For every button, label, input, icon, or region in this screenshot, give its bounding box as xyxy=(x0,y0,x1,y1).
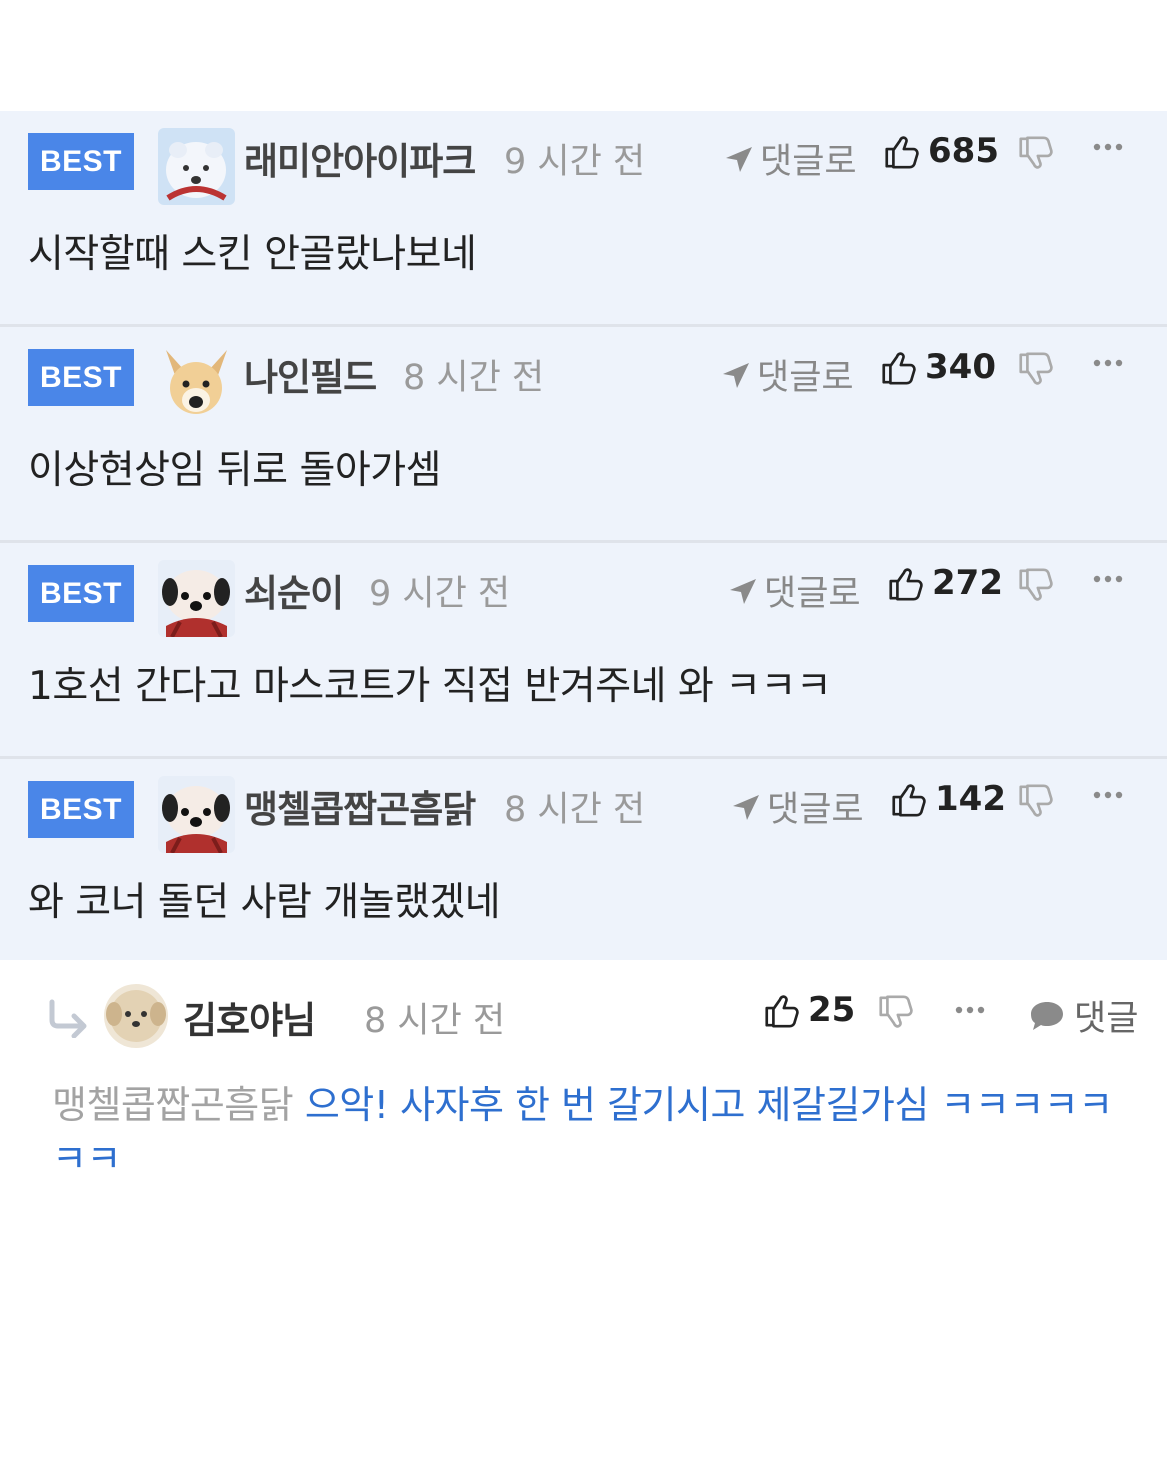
reply-button[interactable]: 댓글로 xyxy=(721,349,854,400)
comment-text: 이상현상임 뒤로 돌아가셈 xyxy=(28,448,441,493)
nickname[interactable]: 쇠순이 xyxy=(244,563,344,617)
dog-avatar-icon xyxy=(158,344,235,421)
timestamp: 9 시간 전 xyxy=(504,142,646,182)
nickname[interactable]: 나인필드 xyxy=(244,347,377,401)
nickname[interactable]: 래미안아이파크 xyxy=(244,131,476,185)
thumbs-up-icon xyxy=(882,132,920,170)
like-count: 142 xyxy=(935,779,1006,819)
best-comment: BEST 쇠순이 9 시간 전 댓글로 272 1호선 간다고 마스코트가 직접… xyxy=(0,543,1167,759)
thumbs-up-icon xyxy=(886,564,924,602)
like-button[interactable]: 340 xyxy=(879,347,996,387)
reply-button[interactable]: 댓글로 xyxy=(728,565,861,616)
avatar[interactable] xyxy=(158,776,235,853)
reply-text: 맹첼콥짭곤흠닭 으악! 사자후 한 번 갈기시고 제갈길가심 ㅋㅋㅋㅋㅋㅋㅋ xyxy=(52,1078,1142,1186)
comment-text: 1호선 간다고 마스코트가 직접 반겨주네 와 ㅋㅋㅋ xyxy=(28,664,832,709)
reply-button-label: 댓글로 xyxy=(767,790,864,830)
nickname[interactable]: 맹첼콥짭곤흠닭 xyxy=(244,779,476,833)
thumbs-up-icon xyxy=(762,991,800,1029)
reply-button[interactable]: 댓글로 xyxy=(731,781,864,832)
dislike-button[interactable] xyxy=(876,994,914,1036)
best-comment: BEST 나인필드 8 시간 전 댓글로 340 이상현상임 뒤로 돌아가셈 xyxy=(0,327,1167,543)
comment-button[interactable]: 댓글 xyxy=(1028,990,1138,1041)
like-button[interactable]: 272 xyxy=(886,563,1003,603)
reply-comment: 김호야님 8 시간 전 25 댓글 맹첼콥짭곤흠닭 으악! 사자후 한 번 갈기… xyxy=(0,960,1167,1190)
send-icon xyxy=(721,360,751,390)
thumbs-down-icon xyxy=(1016,567,1054,605)
more-icon xyxy=(955,1005,985,1015)
avatar[interactable] xyxy=(158,344,235,421)
like-button[interactable]: 685 xyxy=(882,131,999,171)
more-button[interactable] xyxy=(1093,137,1123,156)
like-count: 25 xyxy=(808,990,856,1030)
more-button[interactable] xyxy=(955,1000,985,1019)
dislike-button[interactable] xyxy=(1016,783,1054,825)
timestamp: 8 시간 전 xyxy=(403,358,545,398)
speech-bubble-icon xyxy=(1031,1001,1063,1030)
dislike-button[interactable] xyxy=(1016,567,1054,609)
thumbs-down-icon xyxy=(1016,135,1054,173)
more-icon xyxy=(1093,790,1123,800)
dog-scarf-avatar-icon xyxy=(158,560,235,637)
thumbs-up-icon xyxy=(879,348,917,386)
best-badge: BEST xyxy=(28,781,134,838)
more-icon xyxy=(1093,142,1123,152)
more-icon xyxy=(1093,574,1123,584)
timestamp: 8 시간 전 xyxy=(364,1001,506,1041)
best-comment: BEST 래미안아이파크 9 시간 전 댓글로 685 시작할때 스킨 안골랐나… xyxy=(0,111,1167,327)
thumbs-down-icon xyxy=(1016,351,1054,389)
more-icon xyxy=(1093,358,1123,368)
puppy-avatar-icon xyxy=(104,984,168,1048)
timestamp: 9 시간 전 xyxy=(369,574,511,614)
comment-button-label: 댓글 xyxy=(1074,999,1139,1039)
comment-text: 시작할때 스킨 안골랐나보네 xyxy=(28,232,477,277)
send-icon xyxy=(724,144,754,174)
reply-button-label: 댓글로 xyxy=(757,358,854,398)
avatar[interactable] xyxy=(158,128,235,205)
like-count: 685 xyxy=(928,131,999,171)
reply-target-nickname[interactable]: 맹첼콥짭곤흠닭 xyxy=(52,1083,294,1127)
best-badge: BEST xyxy=(28,133,134,190)
send-icon xyxy=(728,576,758,606)
thumbs-down-icon xyxy=(1016,783,1054,821)
dog-scarf-avatar-icon xyxy=(158,776,235,853)
comment-text: 와 코너 돌던 사람 개놀랬겠네 xyxy=(28,880,501,925)
best-comments-list: BEST 래미안아이파크 9 시간 전 댓글로 685 시작할때 스킨 안골랐나… xyxy=(0,111,1167,969)
reply-button[interactable]: 댓글로 xyxy=(724,133,857,184)
dislike-button[interactable] xyxy=(1016,135,1054,177)
reply-button-label: 댓글로 xyxy=(760,142,857,182)
like-count: 340 xyxy=(925,347,996,387)
dislike-button[interactable] xyxy=(1016,351,1054,393)
polar-bear-avatar-icon xyxy=(158,128,235,205)
like-count: 272 xyxy=(932,563,1003,603)
more-button[interactable] xyxy=(1093,785,1123,804)
reply-button-label: 댓글로 xyxy=(764,574,861,614)
thumbs-down-icon xyxy=(876,994,914,1032)
thumbs-up-icon xyxy=(889,780,927,818)
best-badge: BEST xyxy=(28,349,134,406)
send-icon xyxy=(731,792,761,822)
avatar[interactable] xyxy=(158,560,235,637)
like-button[interactable]: 142 xyxy=(889,779,1006,819)
best-badge: BEST xyxy=(28,565,134,622)
reply-arrow-icon xyxy=(46,998,90,1042)
more-button[interactable] xyxy=(1093,569,1123,588)
more-button[interactable] xyxy=(1093,353,1123,372)
nickname[interactable]: 김호야님 xyxy=(183,990,316,1044)
best-comment: BEST 맹첼콥짭곤흠닭 8 시간 전 댓글로 142 와 코너 돌던 사람 개… xyxy=(0,759,1167,969)
like-button[interactable]: 25 xyxy=(762,990,855,1030)
avatar[interactable] xyxy=(104,984,168,1048)
timestamp: 8 시간 전 xyxy=(504,790,646,830)
